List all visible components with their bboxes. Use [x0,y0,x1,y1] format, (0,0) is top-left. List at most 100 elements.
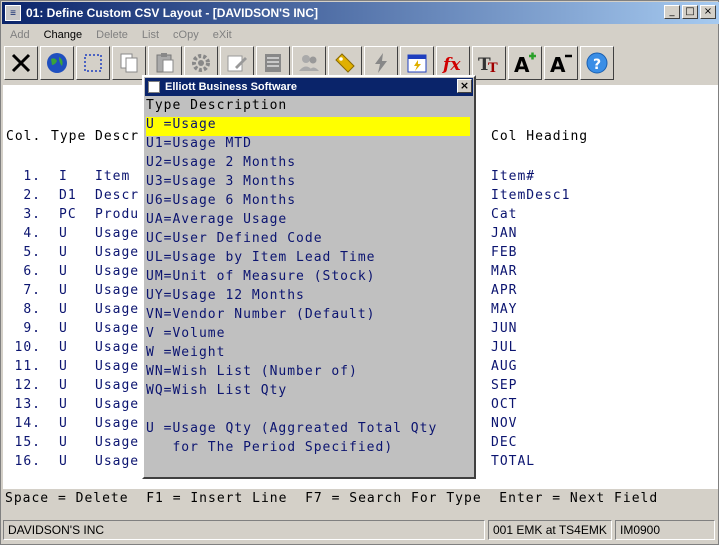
menu-exit[interactable]: eXit [205,29,238,41]
type-option[interactable]: UM=Unit of Measure (Stock) [146,269,470,288]
settings-icon [192,54,210,72]
cell-col-heading: Item# [491,169,536,184]
copy-tool-button[interactable] [112,46,146,80]
cell-col-heading: NOV [491,416,518,431]
type-option-selected[interactable]: U =Usage [146,117,470,136]
cell-type[interactable]: U [59,302,68,317]
status-session: 001 EMK at TS4EMK [488,520,612,540]
cell-type[interactable]: U [59,264,68,279]
cell-type[interactable]: U [59,340,68,355]
cell-col-heading: Cat [491,207,518,222]
select-tool-button[interactable] [76,46,110,80]
font-decrease-icon: A [550,53,572,75]
type-option[interactable]: U3=Usage 3 Months [146,174,470,193]
cell-type[interactable]: U [59,226,68,241]
tag-icon [335,53,355,73]
cell-col-heading: JUL [491,340,518,355]
cell-description: Usage [95,321,140,336]
lightning-icon [375,53,387,73]
cell-col-number: 9. [23,321,41,336]
cell-description: Usage [95,378,140,393]
app-icon[interactable]: ≡ [5,5,21,21]
cell-type[interactable]: U [59,416,68,431]
close-button[interactable]: × [700,5,716,19]
title-bar[interactable]: ≡ 01: Define Custom CSV Layout - [DAVIDS… [2,2,719,24]
menu-list[interactable]: List [134,29,165,41]
menu-change[interactable]: Change [36,29,89,41]
help-icon: ? [586,52,608,74]
cell-col-heading: MAY [491,302,518,317]
type-option [146,402,470,421]
cell-type[interactable]: PC [59,207,77,222]
dialog-close-button[interactable]: × [457,79,472,93]
function-key-hints: Space = Delete F1 = Insert Line F7 = Sea… [3,489,718,511]
type-option[interactable]: UL=Usage by Item Lead Time [146,250,470,269]
type-option[interactable]: U =Usage Qty (Aggreated Total Qty [146,421,470,440]
cell-type[interactable]: U [59,378,68,393]
type-option[interactable]: W =Weight [146,345,470,364]
cell-col-number: 15. [14,435,41,450]
cell-col-number: 3. [23,207,41,222]
cell-description: Usage [95,302,140,317]
cell-col-heading: FEB [491,245,518,260]
header-type: Type [51,129,87,144]
cell-col-number: 12. [14,378,41,393]
type-option[interactable]: WQ=Wish List Qty [146,383,470,402]
cell-type[interactable]: I [59,169,68,184]
cell-description: Usage [95,340,140,355]
type-option[interactable]: U1=Usage MTD [146,136,470,155]
menu-add[interactable]: Add [2,29,36,41]
cell-col-number: 4. [23,226,41,241]
cell-type[interactable]: U [59,435,68,450]
maximize-button[interactable]: □ [682,5,698,19]
menu-bar: Add Change Delete List cOpy eXit [2,25,238,44]
menu-delete[interactable]: Delete [88,29,134,41]
type-option[interactable]: V =Volume [146,326,470,345]
cell-description: Usage [95,283,140,298]
function-icon: fx [442,55,461,75]
cell-description: Usage [95,397,140,412]
cell-description: Usage [95,454,140,469]
cell-type[interactable]: U [59,245,68,260]
font-decrease-tool-button[interactable]: A [544,46,578,80]
svg-text:A: A [550,53,566,75]
help-tool-button[interactable]: ? [580,46,614,80]
status-screen-id: IM0900 [615,520,715,540]
status-bar: DAVIDSON'S INC 001 EMK at TS4EMK IM0900 [3,520,718,541]
cell-description: Item [95,169,131,184]
close-icon [11,53,31,73]
font-style-tool-button[interactable]: TT [472,46,506,80]
cell-type[interactable]: U [59,283,68,298]
minimize-button[interactable]: _ [664,5,680,19]
globe-tool-button[interactable] [40,46,74,80]
type-option[interactable]: VN=Vendor Number (Default) [146,307,470,326]
cell-col-number: 5. [23,245,41,260]
type-option[interactable]: U6=Usage 6 Months [146,193,470,212]
cell-description: Usage [95,359,140,374]
dialog-title: Elliott Business Software [165,81,298,93]
type-option[interactable]: for The Period Specified) [146,440,470,459]
edit-icon [227,55,247,72]
cell-type[interactable]: D1 [59,188,77,203]
window-title: 01: Define Custom CSV Layout - [DAVIDSON… [26,6,318,20]
cell-type[interactable]: U [59,359,68,374]
dialog-column-header: Type Description [146,98,288,113]
menu-copy[interactable]: cOpy [165,29,205,41]
cell-type[interactable]: U [59,397,68,412]
type-option[interactable]: UC=User Defined Code [146,231,470,250]
font-increase-tool-button[interactable]: A [508,46,542,80]
svg-text:fx: fx [442,55,461,75]
cell-col-heading: MAR [491,264,518,279]
cell-type[interactable]: U [59,321,68,336]
type-option[interactable]: UY=Usage 12 Months [146,288,470,307]
type-option[interactable]: UA=Average Usage [146,212,470,231]
dialog-title-bar[interactable]: Elliott Business Software [145,78,473,96]
globe-icon [47,53,67,73]
type-option[interactable]: WN=Wish List (Number of) [146,364,470,383]
close-tool-button[interactable] [4,46,38,80]
cell-type[interactable]: U [59,454,68,469]
header-col-heading: Col Heading [491,129,589,144]
type-lookup-dialog: Elliott Business Software × Type Descrip… [142,75,476,479]
cell-col-heading: JUN [491,321,518,336]
type-option[interactable]: U2=Usage 2 Months [146,155,470,174]
